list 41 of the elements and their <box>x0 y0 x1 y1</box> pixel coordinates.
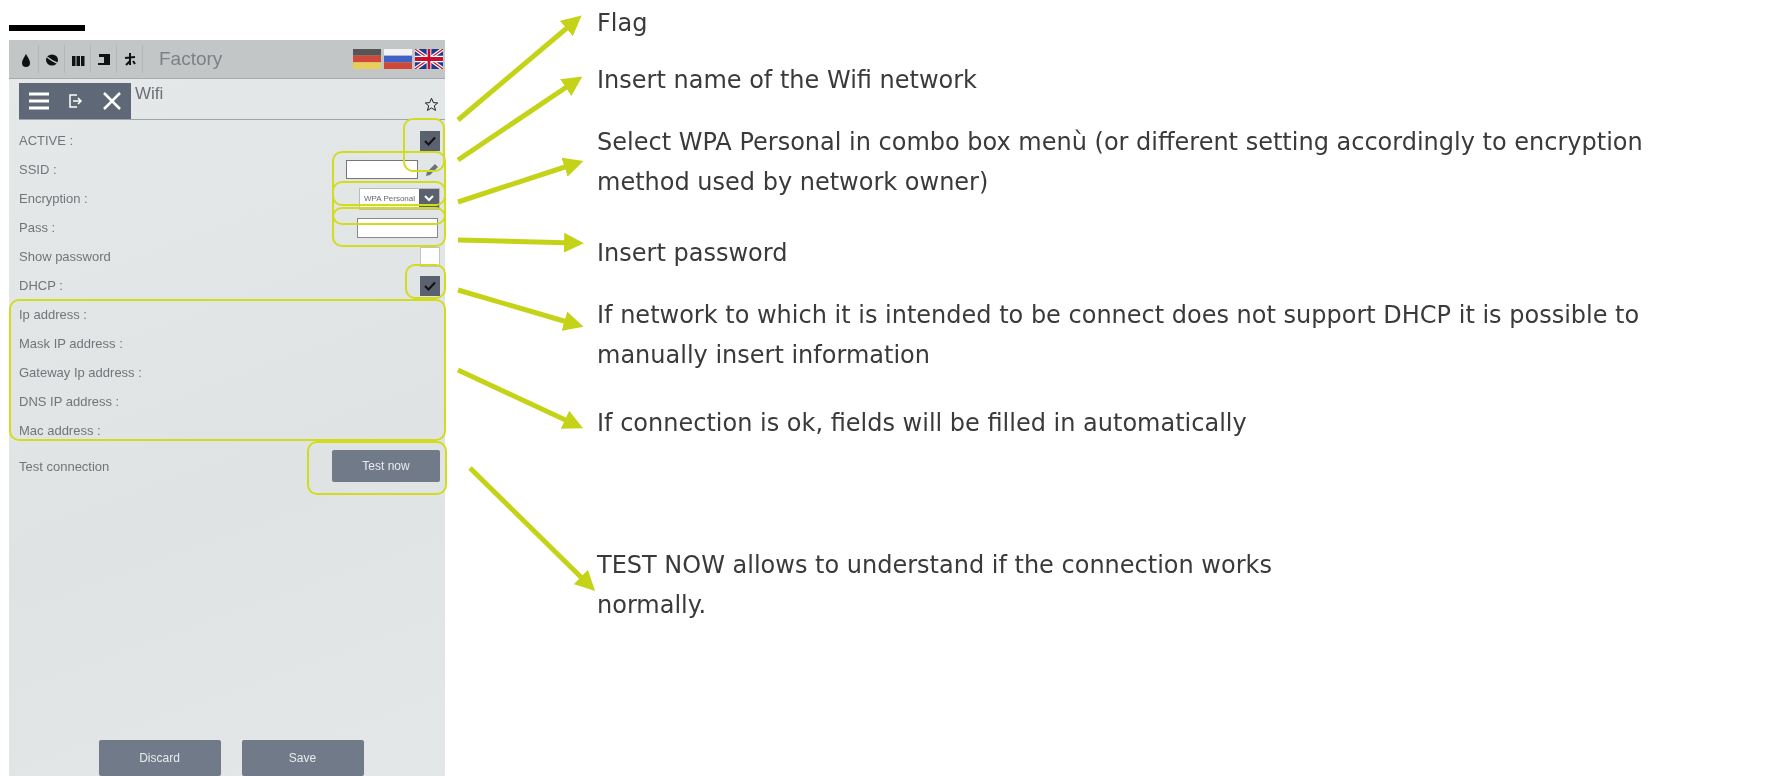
close-icon[interactable] <box>101 91 122 111</box>
top-bar-title: Factory <box>159 48 224 70</box>
menu-icon[interactable] <box>28 92 51 110</box>
annotation-text: Insert name of the Wifi network <box>597 65 977 96</box>
export-icon[interactable] <box>68 93 84 109</box>
annotation-text: Flag <box>597 8 648 39</box>
footer-button[interactable]: Discard <box>98 740 221 776</box>
pencil-icon[interactable] <box>424 161 440 178</box>
annotation-text: If connection is ok, fields will be filled in automatically <box>597 408 1247 439</box>
check-icon <box>424 135 436 146</box>
test-now-button[interactable]: Test now <box>332 450 440 482</box>
chevron-down-icon <box>424 195 434 202</box>
annotation-text: Insert password <box>597 238 788 269</box>
annotation-text: If network to which it is intended to be connect does not support DHCP it is possible to manually insert information <box>597 300 1640 371</box>
field-label: Gateway Ip address : <box>19 365 142 380</box>
star-icon[interactable] <box>424 96 439 112</box>
ssid-field[interactable] <box>346 160 418 179</box>
field-label: Mask IP address : <box>19 336 123 351</box>
page-title: Wifi <box>135 84 165 104</box>
footer-button[interactable]: Save <box>241 740 364 776</box>
field-label: Mac address : <box>19 423 101 438</box>
figure-icon[interactable] <box>122 51 137 67</box>
check-icon <box>424 280 436 291</box>
annotation-text: TEST NOW allows to understand if the connection works normally. <box>597 550 1272 621</box>
password-field[interactable] <box>357 217 438 238</box>
annotation-text: Select WPA Personal in combo box menù (or different setting accordingly to encryption method used by network owner) <box>597 127 1643 198</box>
checkbox[interactable] <box>420 130 440 151</box>
field-label: ACTIVE : <box>19 133 74 148</box>
field-label: DHCP : <box>19 278 63 293</box>
machine-icon[interactable] <box>96 51 111 67</box>
field-label: Pass : <box>19 220 56 235</box>
german-flag-icon[interactable] <box>353 49 381 69</box>
field-label: Show password <box>19 249 111 264</box>
russian-flag-icon[interactable] <box>384 49 412 69</box>
field-label: Encryption : <box>19 191 88 206</box>
field-label: SSID : <box>19 162 57 177</box>
field-label: DNS IP address : <box>19 394 120 409</box>
uk-flag-icon[interactable] <box>415 49 443 69</box>
field-label: Ip address : <box>19 307 87 322</box>
checkbox[interactable] <box>420 275 440 296</box>
field-label: Test connection <box>19 458 110 474</box>
